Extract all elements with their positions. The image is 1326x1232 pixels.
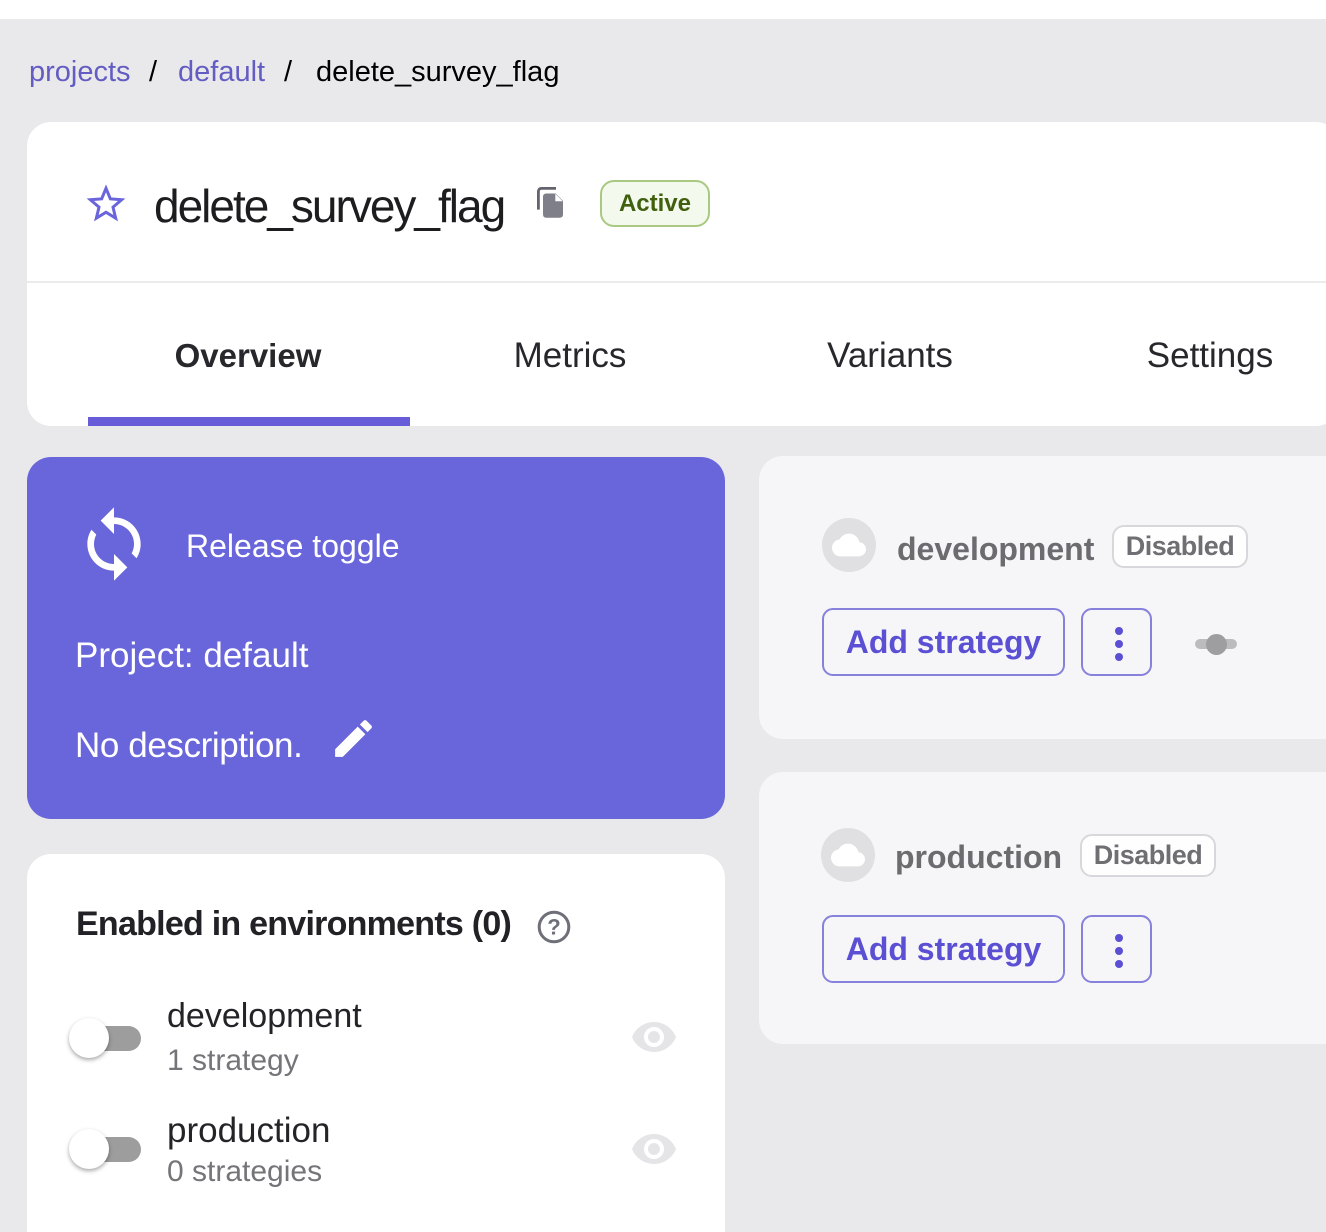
svg-text:?: ? [547, 915, 560, 940]
